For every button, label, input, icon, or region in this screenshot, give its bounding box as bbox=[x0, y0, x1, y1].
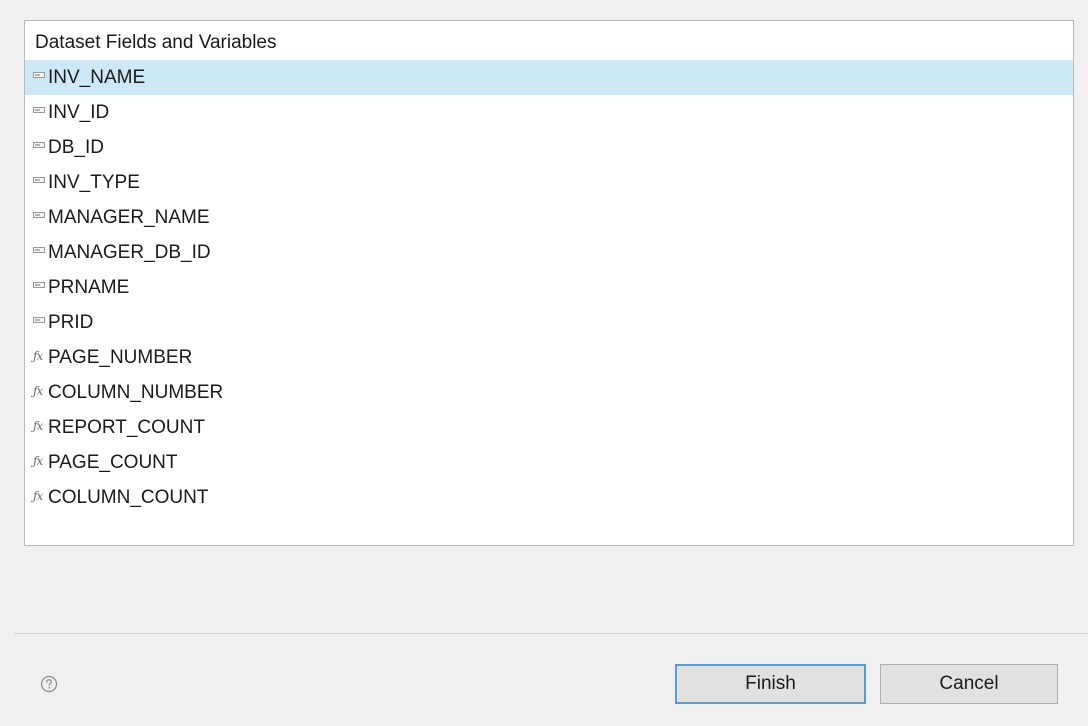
field-icon bbox=[33, 177, 45, 183]
list-item-label: PRNAME bbox=[48, 276, 130, 298]
fx-icon: ƒx bbox=[33, 418, 43, 433]
field-icon bbox=[33, 142, 45, 148]
list-item-label: INV_NAME bbox=[48, 66, 146, 88]
field-icon bbox=[33, 212, 45, 218]
list-item-label: DB_ID bbox=[48, 136, 104, 158]
field-icon bbox=[33, 282, 45, 288]
list-item[interactable]: INV_ID bbox=[25, 95, 1073, 130]
list-item-label: MANAGER_NAME bbox=[48, 206, 210, 228]
help-icon[interactable] bbox=[40, 675, 58, 693]
list-item-label: MANAGER_DB_ID bbox=[48, 241, 211, 263]
list-item[interactable]: ƒx PAGE_COUNT bbox=[25, 445, 1073, 480]
fx-icon: ƒx bbox=[33, 348, 43, 363]
footer-separator bbox=[14, 633, 1088, 634]
list-item-label: PAGE_NUMBER bbox=[48, 346, 193, 368]
list-item[interactable]: INV_TYPE bbox=[25, 165, 1073, 200]
list-item[interactable]: MANAGER_DB_ID bbox=[25, 235, 1073, 270]
field-icon bbox=[33, 72, 45, 78]
list-item[interactable]: ƒx COLUMN_NUMBER bbox=[25, 375, 1073, 410]
fx-icon: ƒx bbox=[33, 488, 43, 503]
cancel-button[interactable]: Cancel bbox=[880, 664, 1058, 704]
list-item-label: COLUMN_COUNT bbox=[48, 486, 209, 508]
fields-list-panel[interactable]: Dataset Fields and Variables INV_NAME INV… bbox=[24, 20, 1074, 546]
dialog-top-edge bbox=[14, 0, 1088, 8]
list-item-label: INV_ID bbox=[48, 101, 110, 123]
list-header: Dataset Fields and Variables bbox=[35, 32, 277, 53]
finish-button[interactable]: Finish bbox=[675, 664, 866, 704]
field-icon bbox=[33, 107, 45, 113]
fx-icon: ƒx bbox=[33, 453, 43, 468]
dialog: Dataset Fields and Variables INV_NAME INV… bbox=[0, 0, 1088, 726]
list-item[interactable]: MANAGER_NAME bbox=[25, 200, 1073, 235]
fields-list[interactable]: INV_NAME INV_ID DB_ID INV_TYPE MANAGER_NAME M… bbox=[25, 60, 1073, 515]
list-item[interactable]: ƒx PAGE_NUMBER bbox=[25, 340, 1073, 375]
list-item[interactable]: ƒx COLUMN_COUNT bbox=[25, 480, 1073, 515]
list-item-label: PAGE_COUNT bbox=[48, 451, 178, 473]
list-item[interactable]: PRID bbox=[25, 305, 1073, 340]
list-item[interactable]: ƒx REPORT_COUNT bbox=[25, 410, 1073, 445]
list-item[interactable]: DB_ID bbox=[25, 130, 1073, 165]
list-item-label: PRID bbox=[48, 311, 94, 333]
list-item[interactable]: INV_NAME bbox=[25, 60, 1073, 95]
list-item-label: COLUMN_NUMBER bbox=[48, 381, 224, 403]
list-item[interactable]: PRNAME bbox=[25, 270, 1073, 305]
field-icon bbox=[33, 317, 45, 323]
list-item-label: INV_TYPE bbox=[48, 171, 140, 193]
list-item-label: REPORT_COUNT bbox=[48, 416, 205, 438]
field-icon bbox=[33, 247, 45, 253]
fx-icon: ƒx bbox=[33, 383, 43, 398]
